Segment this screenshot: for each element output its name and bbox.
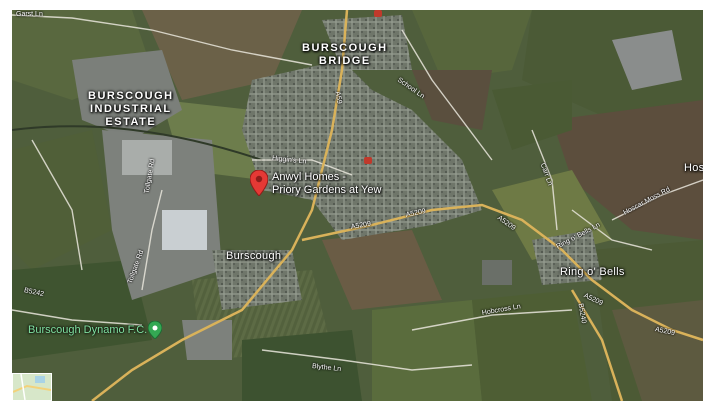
- road-marker-badge: [364, 157, 372, 164]
- road-marker-badge: [374, 10, 382, 17]
- road-label-garst-ln: Garst Ln: [16, 11, 43, 18]
- map-layer-toggle-thumbnail[interactable]: [12, 373, 52, 401]
- map-view[interactable]: BURSCOUGH BRIDGE BURSCOUGH INDUSTRIAL ES…: [12, 10, 703, 401]
- marker-label-line-2: Priory Gardens at Yew: [272, 184, 382, 196]
- map-thumbnail-icon: [13, 374, 51, 400]
- place-label-ring-o-bells: Ring o' Bells: [560, 266, 625, 278]
- marker-label-line-1: Anwyl Homes -: [272, 171, 346, 183]
- place-label-burscough-bridge: BURSCOUGH BRIDGE: [302, 42, 388, 67]
- poi-label-burscough-dynamo[interactable]: Burscough Dynamo F.C.: [28, 324, 147, 336]
- place-label-burscough: Burscough: [226, 250, 282, 262]
- satellite-imagery: [12, 10, 703, 401]
- place-label-hoscar: Hosc: [684, 162, 703, 174]
- marker-label[interactable]: Anwyl Homes - Priory Gardens at Yew: [272, 171, 381, 197]
- place-label-industrial-estate: BURSCOUGH INDUSTRIAL ESTATE: [88, 90, 174, 128]
